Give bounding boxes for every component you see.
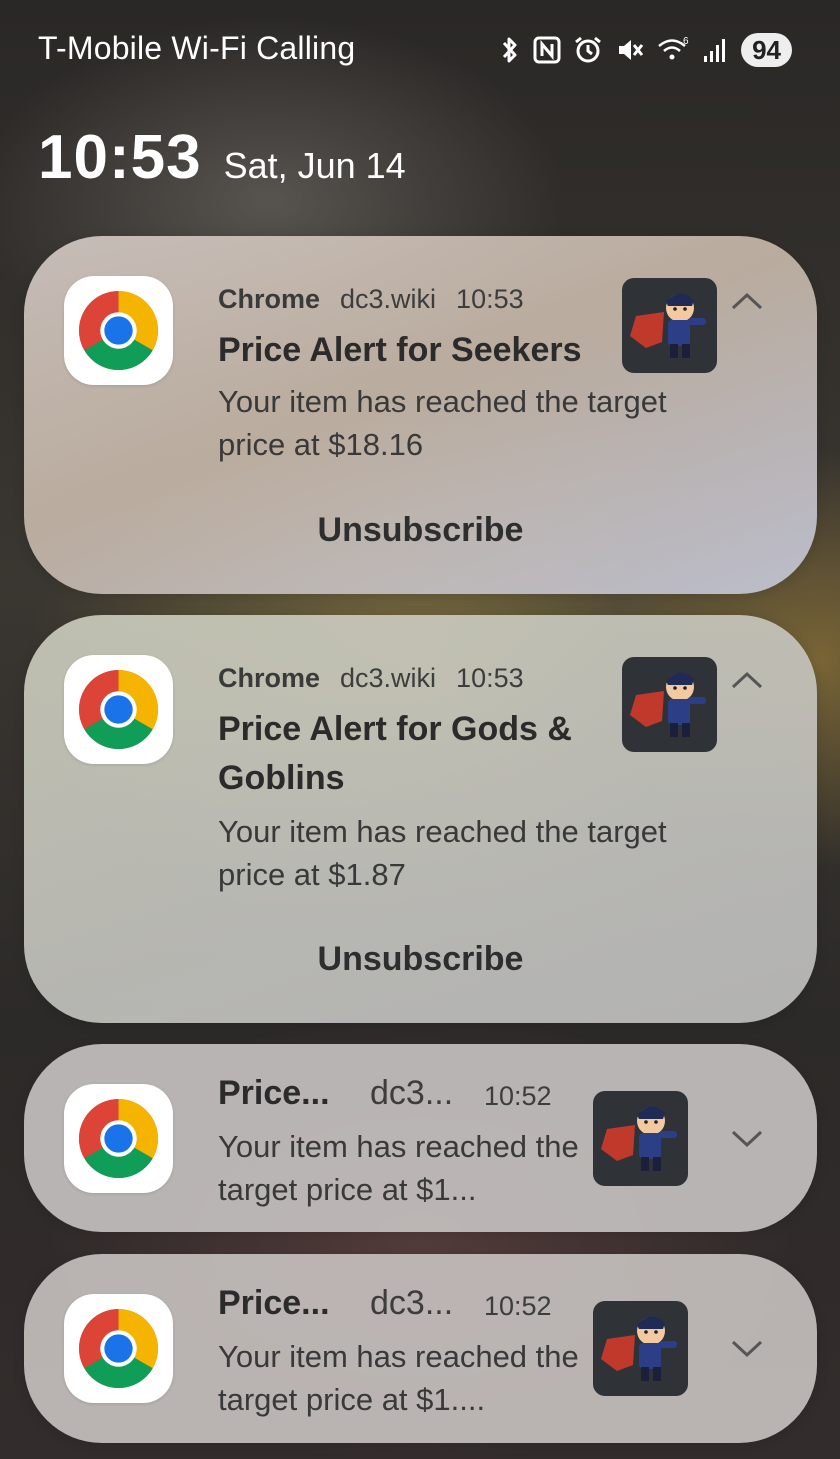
notification-time: 10:52 [484, 1291, 552, 1321]
nfc-icon [533, 36, 561, 64]
hero-thumbnail [593, 1301, 688, 1396]
notification-body: Your item has reached the target price a… [218, 814, 667, 892]
expand-chevron-icon[interactable] [730, 1337, 764, 1359]
chrome-icon [64, 1294, 173, 1403]
bluetooth-icon [502, 37, 517, 63]
collapse-chevron-icon[interactable] [730, 290, 764, 312]
wifi-6-icon: 6 [658, 36, 689, 60]
unsubscribe-button[interactable]: Unsubscribe [24, 511, 817, 550]
notification-time: 10:53 [456, 284, 524, 314]
notification-meta: Chrome dc3.wiki 10:53 [218, 284, 544, 315]
site-name: dc3.wiki [340, 663, 437, 693]
alarm-icon [575, 36, 602, 63]
notification-title: Price... [218, 1074, 330, 1112]
signal-icon [704, 39, 726, 62]
notification-card-gods-goblins[interactable]: Chrome dc3.wiki 10:53 Price Alert for Gods… [24, 615, 817, 1023]
notification-body: Your item has reached the target price a… [218, 1339, 579, 1417]
notification-time: 10:53 [456, 663, 524, 693]
hero-thumbnail [593, 1091, 688, 1186]
notification-body: Your item has reached the target price a… [218, 384, 667, 462]
notification-time: 10:52 [484, 1081, 552, 1111]
chrome-icon [64, 655, 173, 764]
svg-text:6: 6 [683, 36, 689, 47]
hero-thumbnail [622, 278, 717, 373]
app-name: Chrome [218, 284, 321, 314]
notification-card-collapsed[interactable]: Price... dc3... 10:52 Your item has reac… [24, 1254, 817, 1443]
lockscreen-clock: 10:53 Sat, Jun 14 [38, 122, 406, 193]
site-name: dc3.wiki [340, 284, 437, 314]
notification-title: Price... [218, 1284, 330, 1322]
chrome-icon [64, 1084, 173, 1193]
notification-body: Your item has reached the target price a… [218, 1129, 579, 1207]
notification-card-seekers[interactable]: Chrome dc3.wiki 10:53 Price Alert for Seek… [24, 236, 817, 594]
unsubscribe-button[interactable]: Unsubscribe [24, 940, 817, 979]
app-name: Chrome [218, 663, 321, 693]
status-icons: 6 94 [499, 30, 792, 70]
notification-card-collapsed[interactable]: Price... dc3... 10:52 Your item has reac… [24, 1044, 817, 1232]
notification-meta: Chrome dc3.wiki 10:53 [218, 663, 544, 694]
chrome-icon [64, 276, 173, 385]
notification-title: Price Alert for Seekers [218, 331, 582, 369]
hero-thumbnail [622, 657, 717, 752]
collapse-chevron-icon[interactable] [730, 669, 764, 691]
mute-icon [619, 40, 644, 60]
date-display: Sat, Jun 14 [223, 145, 406, 186]
battery-indicator: 94 [741, 33, 792, 67]
time-display: 10:53 [38, 123, 202, 192]
site-name: dc3... [370, 1284, 454, 1322]
carrier-label: T-Mobile Wi-Fi Calling [38, 30, 356, 66]
site-name: dc3... [370, 1074, 454, 1112]
notification-title: Price Alert for Gods & Goblins [218, 710, 572, 797]
expand-chevron-icon[interactable] [730, 1127, 764, 1149]
status-bar: T-Mobile Wi-Fi Calling 6 94 [0, 0, 840, 100]
